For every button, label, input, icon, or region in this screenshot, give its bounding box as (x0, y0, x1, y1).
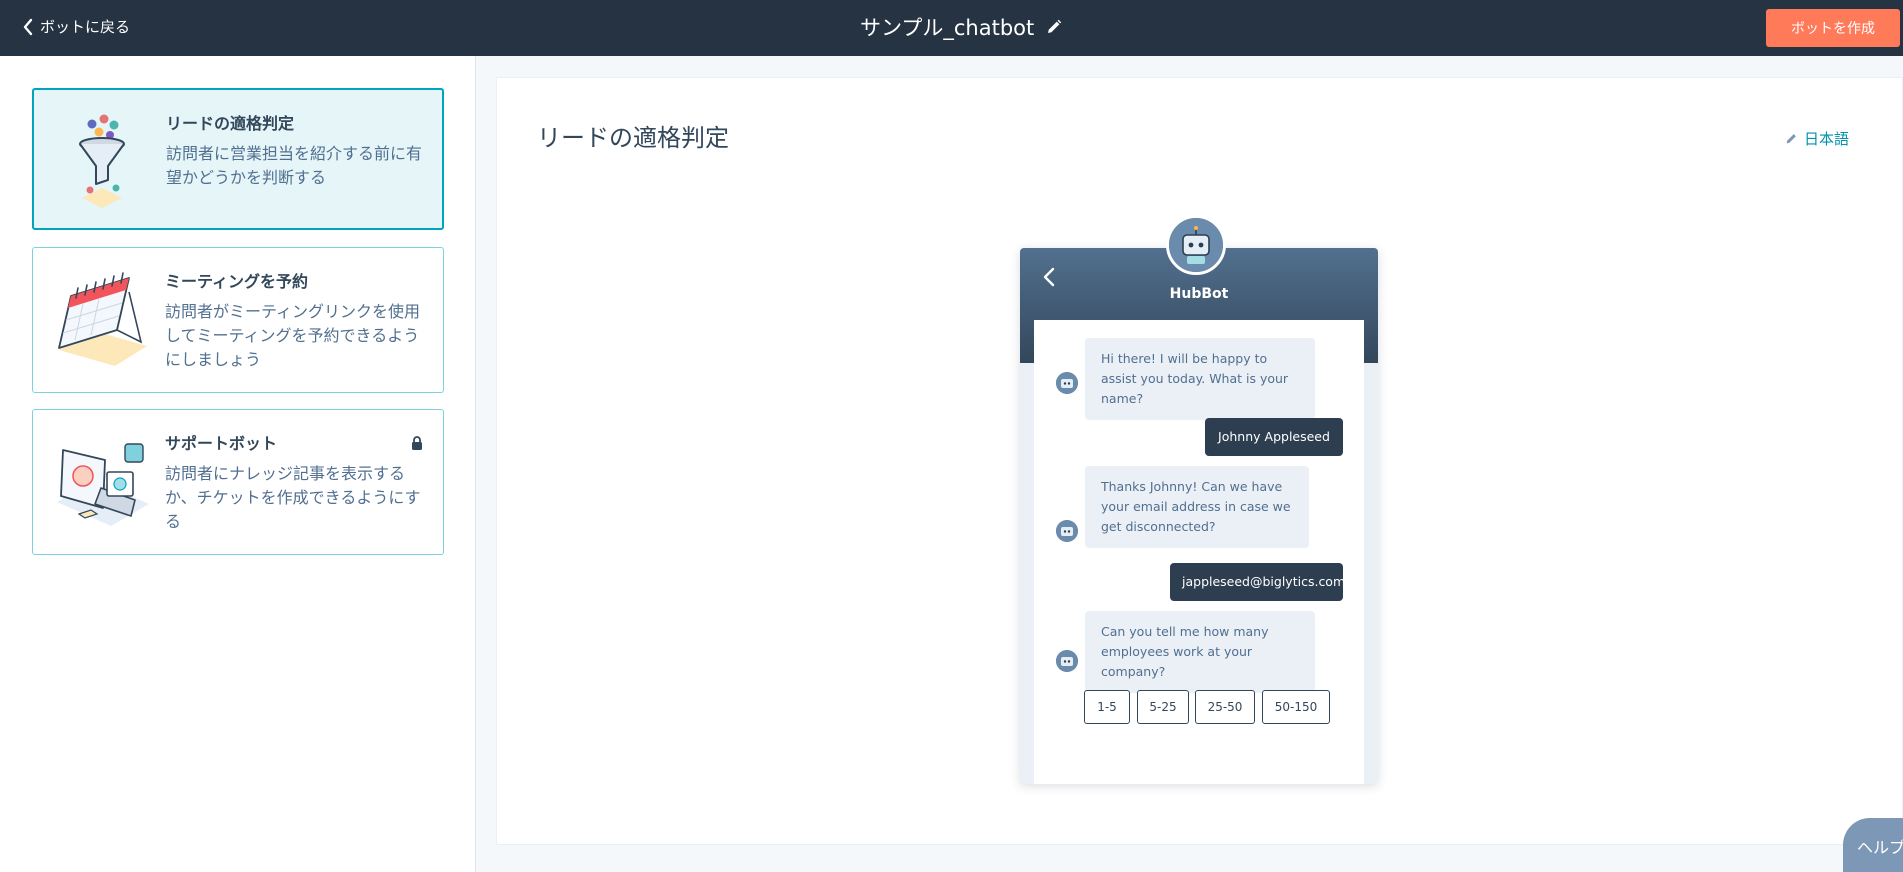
template-card-support-bot[interactable]: サポートボット 訪問者にナレッジ記事を表示するか、チケットを作成できるようにする (32, 409, 444, 555)
chevron-left-icon (23, 18, 33, 35)
user-message: Johnny Appleseed (1205, 418, 1343, 456)
help-button[interactable]: ヘルプ (1843, 818, 1903, 872)
preview-title: リードの適格判定 (537, 124, 729, 152)
funnel-illustration-icon (79, 114, 125, 208)
language-label: 日本語 (1804, 130, 1850, 148)
robot-icon (1056, 372, 1078, 394)
pencil-icon (1786, 134, 1796, 144)
employee-option-button[interactable]: 50-150 (1262, 690, 1330, 724)
employee-option-button[interactable]: 5-25 (1137, 690, 1189, 724)
template-list-panel: リードの適格判定 訪問者に営業担当を紹介する前に有望かどうかを判断する ミーティ… (0, 56, 476, 872)
template-title: リードの適格判定 (166, 114, 295, 133)
bot-title[interactable]: サンプル_chatbot (860, 12, 1034, 42)
template-description: 訪問者に営業担当を紹介する前に有望かどうかを判断する (166, 144, 423, 187)
computer-illustration-icon (57, 443, 149, 526)
bot-title-group[interactable]: サンプル_chatbot (860, 12, 1062, 42)
create-bot-button[interactable]: ボットを作成 (1766, 9, 1900, 47)
template-description: 訪問者にナレッジ記事を表示するか、チケットを作成できるようにする (165, 464, 421, 531)
top-bar: ボットに戻る サンプル_chatbot ボットを作成 (0, 0, 1903, 56)
employee-option-button[interactable]: 25-50 (1195, 690, 1255, 724)
bot-mini-avatar (1056, 520, 1078, 542)
bot-mini-avatar (1056, 650, 1078, 672)
calendar-illustration-icon (58, 272, 147, 366)
back-to-bots-link[interactable]: ボットに戻る (22, 16, 130, 37)
robot-icon (1169, 218, 1223, 272)
chat-preview: HubBot Hi there! I will be happy to assi… (1020, 215, 1378, 784)
bot-message: Can you tell me how many employees work … (1085, 611, 1315, 693)
robot-icon (1056, 650, 1078, 672)
template-description: 訪問者がミーティングリンクを使用してミーティングを予約できるようにしましょう (165, 302, 421, 369)
language-edit-link[interactable]: 日本語 (1785, 128, 1849, 149)
template-title: ミーティングを予約 (165, 272, 309, 291)
bot-message: Thanks Johnny! Can we have your email ad… (1085, 466, 1309, 548)
bot-message: Hi there! I will be happy to assist you … (1085, 338, 1315, 420)
lock-icon (412, 436, 422, 450)
chevron-left-icon[interactable] (1042, 266, 1056, 288)
employee-option-button[interactable]: 1-5 (1084, 690, 1130, 724)
preview-card: リードの適格判定 日本語 HubBot Hi there! I will be … (496, 77, 1903, 845)
bot-name: HubBot (1169, 286, 1229, 302)
template-card-lead-qualification[interactable]: リードの適格判定 訪問者に営業担当を紹介する前に有望かどうかを判断する (32, 88, 444, 230)
pencil-icon[interactable] (1046, 19, 1062, 35)
template-title: サポートボット (165, 434, 278, 453)
bot-mini-avatar (1056, 372, 1078, 394)
user-message: jappleseed@biglytics.com (1170, 563, 1345, 601)
chat-body: Hi there! I will be happy to assist you … (1034, 320, 1364, 784)
robot-icon (1056, 520, 1078, 542)
template-card-meetings[interactable]: ミーティングを予約 訪問者がミーティングリンクを使用してミーティングを予約できる… (32, 247, 444, 393)
bot-avatar (1166, 215, 1226, 275)
back-to-bots-label: ボットに戻る (40, 18, 131, 36)
